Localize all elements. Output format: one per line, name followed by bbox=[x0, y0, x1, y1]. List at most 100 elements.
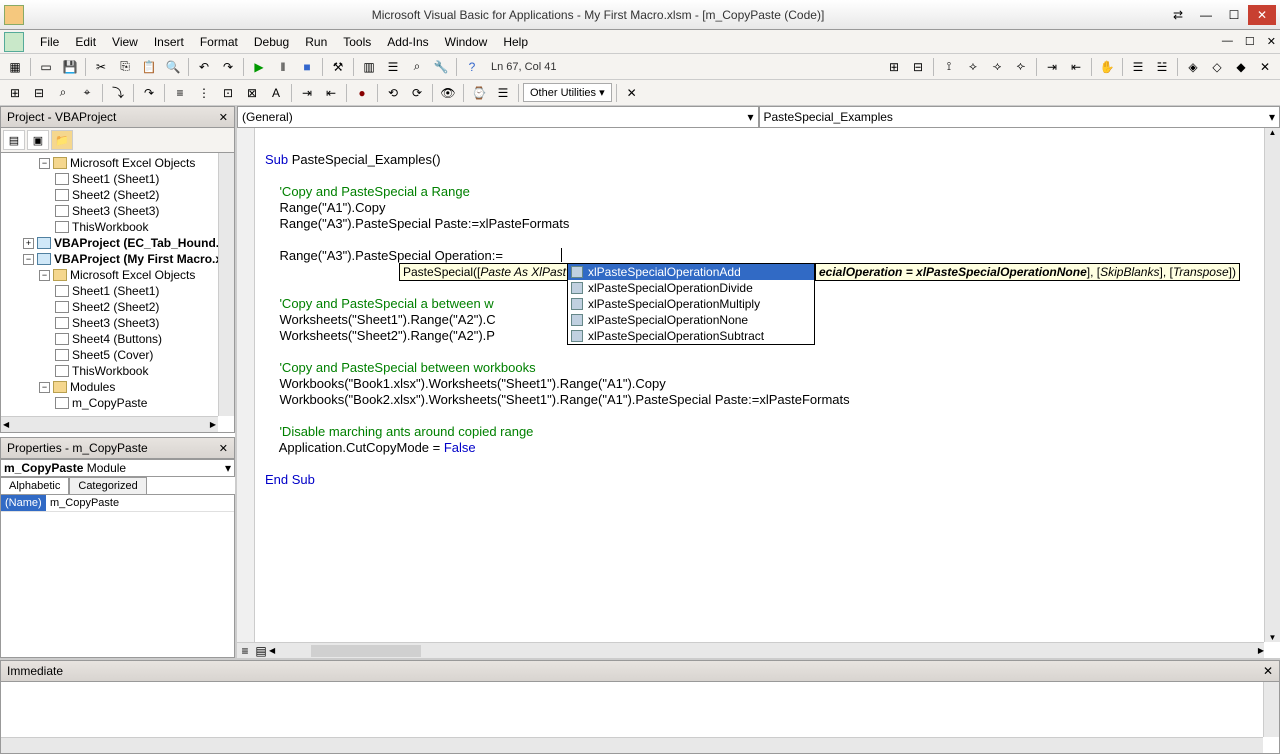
menu-tools[interactable]: Tools bbox=[335, 33, 379, 51]
intellisense-list[interactable]: xlPasteSpecialOperationAdd xlPasteSpecia… bbox=[567, 263, 815, 345]
indent-icon[interactable]: ⇥ bbox=[1041, 56, 1063, 78]
find-icon[interactable]: 🔍 bbox=[162, 56, 184, 78]
save-icon[interactable]: 💾 bbox=[59, 56, 81, 78]
view-code-icon[interactable]: ▤ bbox=[3, 130, 25, 150]
break-icon[interactable]: ‖ bbox=[272, 56, 294, 78]
debug-icon-1[interactable]: ⊞ bbox=[4, 82, 26, 104]
property-object-dropdown[interactable]: m_CopyPaste Module ▾ bbox=[0, 459, 235, 477]
mdi-minimize[interactable]: — bbox=[1222, 35, 1233, 48]
call-stack-icon[interactable]: ☰ bbox=[492, 82, 514, 104]
redo-icon[interactable]: ↷ bbox=[217, 56, 239, 78]
run-icon[interactable]: ▶ bbox=[248, 56, 270, 78]
menu-addins[interactable]: Add-Ins bbox=[379, 33, 436, 51]
procedure-dropdown[interactable]: PasteSpecial_Examples▾ bbox=[759, 106, 1280, 128]
menu-edit[interactable]: Edit bbox=[67, 33, 104, 51]
property-value[interactable]: m_CopyPaste bbox=[46, 495, 234, 511]
complete-word-icon[interactable]: A bbox=[265, 82, 287, 104]
close-button[interactable]: ✕ bbox=[1248, 5, 1276, 25]
outdent-icon[interactable]: ⇤ bbox=[1065, 56, 1087, 78]
immediate-hscroll[interactable] bbox=[1, 737, 1263, 753]
uncomment-icon[interactable]: ☱ bbox=[1151, 56, 1173, 78]
project-explorer-icon[interactable]: ▥ bbox=[358, 56, 380, 78]
project-panel-close[interactable]: ✕ bbox=[219, 111, 228, 124]
menu-help[interactable]: Help bbox=[495, 33, 536, 51]
other-utilities-dropdown[interactable]: Other Utilities ▾ bbox=[523, 83, 612, 102]
step-over-icon[interactable]: ↷ bbox=[138, 82, 160, 104]
reset-icon[interactable]: ■ bbox=[296, 56, 318, 78]
bookmark-clear-icon[interactable]: ⟣ bbox=[1010, 56, 1032, 78]
intellisense-item[interactable]: xlPasteSpecialOperationNone bbox=[568, 312, 814, 328]
tree-hscroll[interactable]: ◀▶ bbox=[1, 416, 218, 432]
bookmark5-icon[interactable]: ✕ bbox=[1254, 56, 1276, 78]
undo-icon[interactable]: ↶ bbox=[193, 56, 215, 78]
code-body[interactable]: Sub PasteSpecial_Examples() 'Copy and Pa… bbox=[237, 128, 1280, 658]
step-into-icon[interactable]: ⤵ bbox=[107, 82, 129, 104]
tools-icon[interactable]: ✕ bbox=[621, 82, 643, 104]
cut-icon[interactable]: ✂ bbox=[90, 56, 112, 78]
immediate-vscroll[interactable] bbox=[1263, 682, 1279, 737]
object-dropdown[interactable]: (General)▾ bbox=[237, 106, 759, 128]
bookmark-toggle-icon[interactable]: ⟟ bbox=[938, 56, 960, 78]
tab-alphabetic[interactable]: Alphabetic bbox=[0, 477, 69, 494]
list-const-icon[interactable]: ⋮ bbox=[193, 82, 215, 104]
mdi-close[interactable]: ✕ bbox=[1267, 35, 1276, 48]
list-props-icon[interactable]: ≡ bbox=[169, 82, 191, 104]
copy-icon[interactable]: ⎘ bbox=[114, 56, 136, 78]
minimize-button[interactable]: — bbox=[1192, 5, 1220, 25]
watch-icon[interactable]: 👁 bbox=[437, 82, 459, 104]
property-grid[interactable]: (Name) m_CopyPaste bbox=[0, 494, 235, 658]
intellisense-item[interactable]: xlPasteSpecialOperationDivide bbox=[568, 280, 814, 296]
view-full-module-icon[interactable]: ≡ bbox=[237, 644, 253, 658]
intellisense-item[interactable]: xlPasteSpecialOperationMultiply bbox=[568, 296, 814, 312]
unknown-button[interactable]: ⇄ bbox=[1164, 5, 1192, 25]
menu-insert[interactable]: Insert bbox=[146, 33, 192, 51]
debug-icon-4[interactable]: ⌖ bbox=[76, 82, 98, 104]
intellisense-item-selected[interactable]: xlPasteSpecialOperationAdd bbox=[568, 264, 814, 280]
paste-icon[interactable]: 📋 bbox=[138, 56, 160, 78]
tab-categorized[interactable]: Categorized bbox=[69, 477, 146, 494]
insert-module-icon[interactable]: ▭ bbox=[35, 56, 57, 78]
toolbar-icon-b[interactable]: ⊟ bbox=[907, 56, 929, 78]
hscroll-thumb[interactable] bbox=[311, 645, 421, 657]
bookmark3-icon[interactable]: ◇ bbox=[1206, 56, 1228, 78]
quick-info-icon[interactable]: ⊡ bbox=[217, 82, 239, 104]
outdent2-icon[interactable]: ⇤ bbox=[320, 82, 342, 104]
bookmark-prev-icon[interactable]: ⟢ bbox=[986, 56, 1008, 78]
bookmark2-icon[interactable]: ◈ bbox=[1182, 56, 1204, 78]
indent2-icon[interactable]: ⇥ bbox=[296, 82, 318, 104]
menu-run[interactable]: Run bbox=[297, 33, 335, 51]
project-tree[interactable]: −Microsoft Excel Objects Sheet1 (Sheet1)… bbox=[0, 153, 235, 433]
mdi-restore[interactable]: ☐ bbox=[1245, 35, 1255, 48]
hand-icon[interactable]: ✋ bbox=[1096, 56, 1118, 78]
design-mode-icon[interactable]: ⚒ bbox=[327, 56, 349, 78]
help-icon[interactable]: ? bbox=[461, 56, 483, 78]
menu-window[interactable]: Window bbox=[437, 33, 496, 51]
immediate-close[interactable]: ✕ bbox=[1263, 664, 1273, 678]
comment-icon[interactable]: ☰ bbox=[1127, 56, 1149, 78]
properties-icon[interactable]: ☰ bbox=[382, 56, 404, 78]
view-procedure-icon[interactable]: ▤ bbox=[253, 644, 269, 658]
toolbar-icon-a[interactable]: ⊞ bbox=[883, 56, 905, 78]
debug-icon-3[interactable]: ⌕ bbox=[52, 82, 74, 104]
param-info-icon[interactable]: ⊠ bbox=[241, 82, 263, 104]
bookmark-next-icon[interactable]: ⟡ bbox=[962, 56, 984, 78]
intellisense-item[interactable]: xlPasteSpecialOperationSubtract bbox=[568, 328, 814, 344]
properties-panel-close[interactable]: ✕ bbox=[219, 442, 228, 455]
toolbox-icon[interactable]: 🔧 bbox=[430, 56, 452, 78]
menu-file[interactable]: File bbox=[32, 33, 67, 51]
comment-block-icon[interactable]: ⟲ bbox=[382, 82, 404, 104]
toggle-folders-icon[interactable]: 📁 bbox=[51, 130, 73, 150]
bookmark4-icon[interactable]: ◆ bbox=[1230, 56, 1252, 78]
maximize-button[interactable]: ☐ bbox=[1220, 5, 1248, 25]
debug-icon-2[interactable]: ⊟ bbox=[28, 82, 50, 104]
code-hscroll[interactable]: ≡ ▤ ◀ ▶ bbox=[237, 642, 1264, 658]
breakpoint-icon[interactable]: ● bbox=[351, 82, 373, 104]
object-browser-icon[interactable]: ⌕ bbox=[406, 56, 428, 78]
tree-vscroll[interactable] bbox=[218, 153, 234, 416]
uncomment-block-icon[interactable]: ⟳ bbox=[406, 82, 428, 104]
immediate-body[interactable] bbox=[0, 682, 1280, 754]
property-row[interactable]: (Name) m_CopyPaste bbox=[1, 495, 234, 512]
excel-icon[interactable]: ▦ bbox=[4, 56, 26, 78]
menu-format[interactable]: Format bbox=[192, 33, 246, 51]
menu-debug[interactable]: Debug bbox=[246, 33, 297, 51]
